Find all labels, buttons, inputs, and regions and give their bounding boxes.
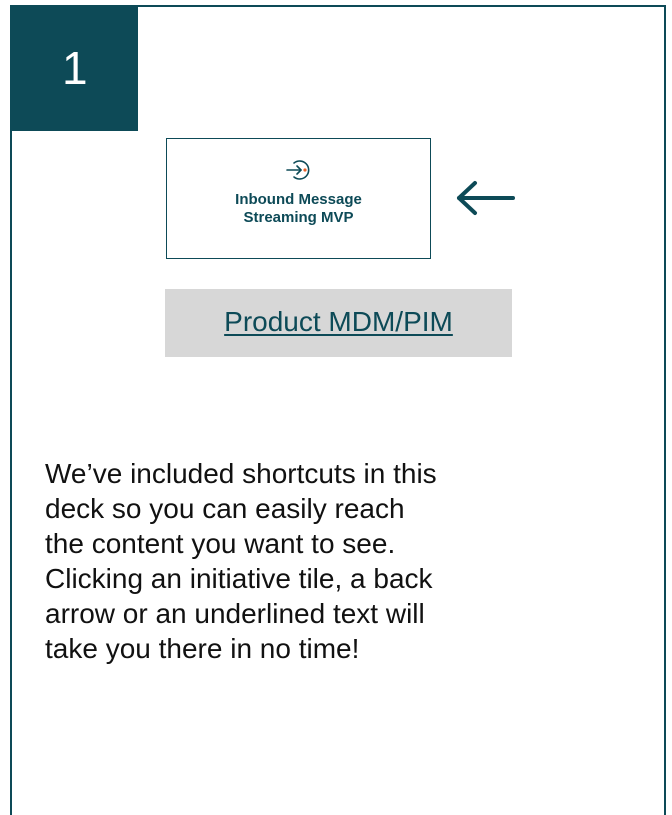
instructions-line-6: take you there in no time! bbox=[45, 633, 360, 664]
step-number-badge: 1 bbox=[10, 5, 138, 131]
tile-label-line2: Streaming MVP bbox=[243, 209, 354, 226]
instructions-line-1: We’ve included shortcuts in this bbox=[45, 458, 437, 489]
step-number: 1 bbox=[62, 42, 88, 94]
instructions-line-5: arrow or an underlined text will bbox=[45, 598, 425, 629]
instructions-line-3: the content you want to see. bbox=[45, 528, 396, 559]
initiative-tile-inbound-message-streaming[interactable]: Inbound Message Streaming MVP bbox=[166, 138, 431, 259]
instructions-line-2: deck so you can easily reach bbox=[45, 493, 405, 524]
product-mdm-pim-link-chip[interactable]: Product MDM/PIM bbox=[165, 289, 512, 357]
tile-label-line1: Inbound Message bbox=[235, 191, 362, 208]
instructions-text: We’ve included shortcuts in this deck so… bbox=[45, 456, 635, 666]
arrow-left-icon[interactable] bbox=[455, 180, 515, 216]
product-mdm-pim-link[interactable]: Product MDM/PIM bbox=[224, 306, 453, 337]
login-arrow-icon bbox=[285, 160, 309, 180]
instructions-line-4: Clicking an initiative tile, a back bbox=[45, 563, 433, 594]
